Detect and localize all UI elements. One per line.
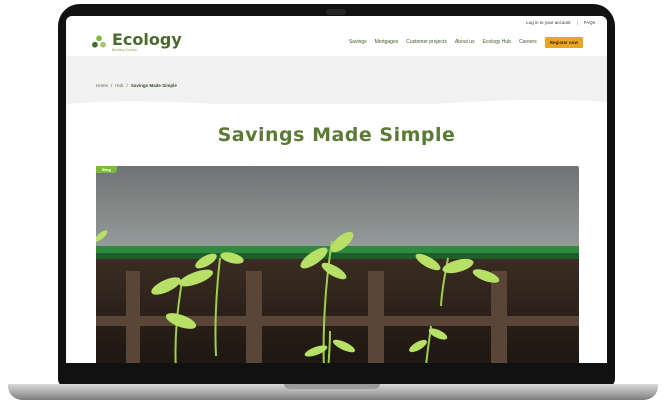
login-link[interactable]: Log in to your account: [526, 20, 570, 25]
breadcrumb-hub[interactable]: Hub: [115, 83, 123, 88]
blog-badge: Blog: [96, 166, 117, 173]
logo[interactable]: Ecology Building Society: [90, 29, 182, 53]
nav-about-us[interactable]: About us: [455, 39, 475, 45]
faqs-link[interactable]: FAQs: [584, 20, 595, 25]
camera-notch: [326, 9, 346, 15]
hero-image-seedlings: [96, 166, 579, 363]
main-nav: Savings Mortgages Customer projects Abou…: [349, 36, 583, 48]
logo-wordmark: Ecology: [112, 29, 182, 49]
breadcrumb-current: Savings Made Simple: [130, 83, 177, 88]
recycle-leaf-logo-icon: [92, 35, 106, 48]
laptop-hinge-notch: [284, 384, 380, 389]
browser-screen: Log in to your account | FAQs Ecology Bu…: [66, 16, 607, 363]
page-title: Savings Made Simple: [217, 124, 456, 146]
nav-careers[interactable]: Careers: [519, 39, 537, 45]
nav-ecology-hub[interactable]: Ecology Hub: [483, 39, 511, 45]
utility-separator: |: [576, 19, 578, 25]
logo-tagline: Building Society: [112, 47, 137, 52]
nav-customer-projects[interactable]: Customer projects: [406, 39, 447, 45]
laptop-frame: Log in to your account | FAQs Ecology Bu…: [58, 4, 615, 387]
breadcrumb-separator: /: [126, 83, 128, 88]
register-now-button[interactable]: Register now: [544, 36, 583, 48]
breadcrumb-wave-divider: [66, 99, 607, 114]
nav-mortgages[interactable]: Mortgages: [375, 39, 399, 45]
site-header: Ecology Building Society Savings Mortgag…: [66, 28, 607, 56]
breadcrumb-home[interactable]: Home: [96, 83, 108, 88]
utility-bar: Log in to your account | FAQs: [66, 16, 607, 28]
nav-savings[interactable]: Savings: [349, 39, 367, 45]
breadcrumb-separator: /: [111, 83, 113, 88]
breadcrumb: Home / Hub / Savings Made Simple: [96, 83, 177, 88]
